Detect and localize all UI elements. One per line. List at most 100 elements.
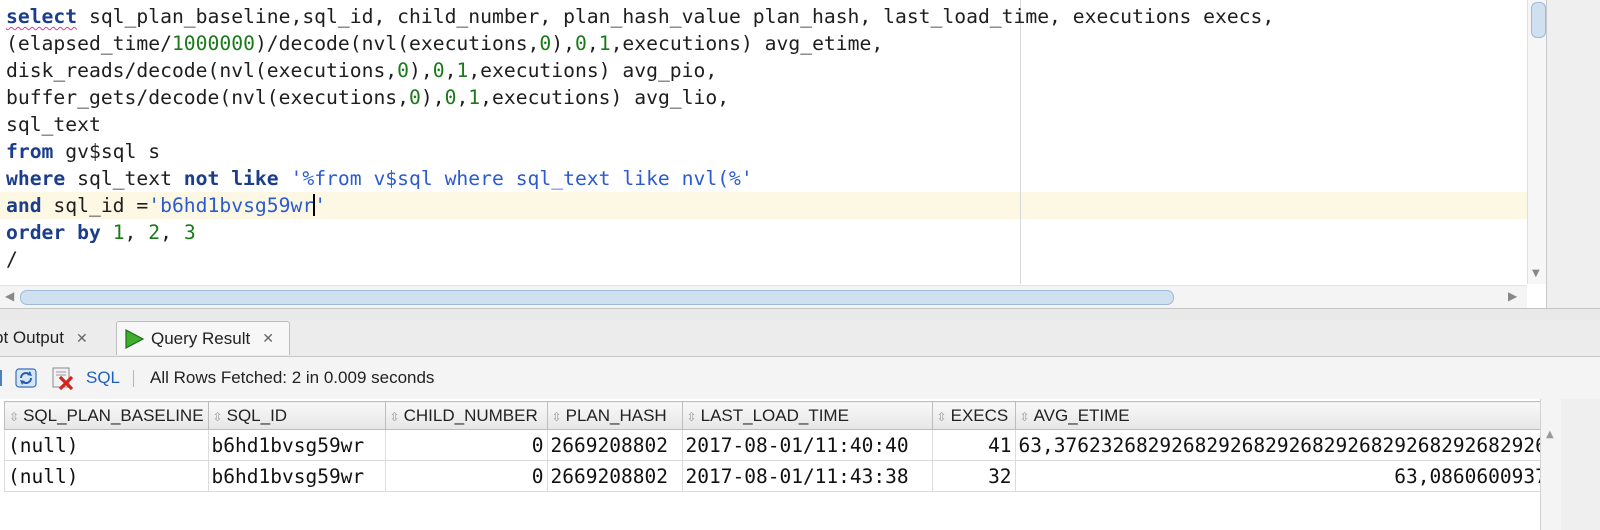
code-token: , bbox=[160, 221, 184, 244]
table-row[interactable]: (null) b6hd1bvsg59wr 0 2669208802 2017-08-01… bbox=[4, 460, 1563, 492]
fetch-status: All Rows Fetched: 2 in 0.009 seconds bbox=[150, 368, 435, 387]
code-token: and bbox=[6, 194, 42, 217]
code-token: 1 bbox=[598, 32, 611, 55]
code-token: (elapsed_time/ bbox=[6, 32, 172, 55]
code-token: 2 bbox=[148, 221, 161, 244]
sql-link[interactable]: SQL bbox=[86, 368, 120, 388]
code-token: ,executions) avg_etime, bbox=[610, 32, 884, 55]
table-cell[interactable]: b6hd1bvsg59wr bbox=[207, 429, 386, 461]
code-token: '%from v$sql where sql_text like nvl(%' bbox=[290, 167, 753, 190]
code-line[interactable]: / bbox=[6, 246, 1274, 273]
sort-icon[interactable]: ⇳ bbox=[213, 410, 223, 424]
table-cell[interactable]: 32 bbox=[931, 460, 1016, 492]
column-header-plan-hash[interactable]: ⇳ PLAN_HASH bbox=[546, 401, 683, 430]
column-header-sql-id[interactable]: ⇳ SQL_ID bbox=[207, 401, 386, 430]
code-token: 1000000 bbox=[171, 32, 255, 55]
grid-vertical-scrollbar[interactable]: ▲ bbox=[1540, 399, 1561, 530]
code-token: 0 bbox=[397, 59, 410, 82]
table-header-row: ⇳ SQL_PLAN_BASELINE ⇳ SQL_ID ⇳ CHILD_NUMBER ⇳ P… bbox=[4, 401, 1563, 430]
table-row[interactable]: (null) b6hd1bvsg59wr 0 2669208802 2017-08-01… bbox=[4, 429, 1563, 461]
table-cell[interactable]: b6hd1bvsg59wr bbox=[207, 460, 386, 492]
cancel-fetch-icon[interactable] bbox=[50, 366, 76, 390]
code-token: 0 bbox=[409, 86, 421, 109]
table-cell[interactable]: 2017-08-01/11:40:40 bbox=[681, 429, 933, 461]
code-token: 'b6hd1bvsg59wr bbox=[148, 194, 315, 217]
code-token: not like bbox=[183, 167, 279, 190]
refresh-icon[interactable] bbox=[14, 366, 40, 390]
sql-worksheet-editor[interactable]: select sql_plan_baseline,sql_id, child_n… bbox=[0, 0, 1546, 284]
column-header-execs[interactable]: ⇳ EXECS bbox=[931, 401, 1016, 430]
code-token: where bbox=[6, 167, 66, 190]
editor-vscroll-thumb[interactable] bbox=[1531, 2, 1546, 38]
code-token: 1 bbox=[468, 86, 481, 109]
code-token: ,executions) avg_pio, bbox=[468, 59, 718, 82]
sort-icon[interactable]: ⇳ bbox=[552, 410, 562, 424]
column-header-sql-plan-baseline[interactable]: ⇳ SQL_PLAN_BASELINE bbox=[4, 401, 209, 430]
column-header-last-load-time[interactable]: ⇳ LAST_LOAD_TIME bbox=[681, 401, 933, 430]
sort-icon[interactable]: ⇳ bbox=[390, 410, 400, 424]
code-token: sql_id = bbox=[41, 194, 149, 217]
result-toolbar: SQL All Rows Fetched: 2 in 0.009 seconds bbox=[0, 357, 1600, 399]
code-token: sql_plan_baseline,sql_id, child_number, … bbox=[77, 5, 1275, 28]
code-token: order by bbox=[6, 221, 101, 244]
run-statement-icon bbox=[125, 328, 145, 349]
code-line[interactable]: and sql_id ='b6hd1bvsg59wr' bbox=[6, 192, 1274, 219]
code-token: , bbox=[586, 32, 599, 55]
scroll-up-arrow-icon[interactable]: ▲ bbox=[1546, 429, 1554, 440]
sql-code[interactable]: select sql_plan_baseline,sql_id, child_n… bbox=[6, 3, 1274, 273]
table-cell[interactable]: 63,3762326829268292682926829268292682926… bbox=[1014, 429, 1563, 461]
code-token: ), bbox=[409, 59, 433, 82]
code-token: ' bbox=[314, 194, 327, 217]
tab-script-output[interactable]: pt Output ✕ bbox=[0, 321, 88, 355]
code-line[interactable]: order by 1, 2, 3 bbox=[6, 219, 1274, 246]
table-cell[interactable]: 63,08606009375 bbox=[1014, 460, 1563, 492]
code-token: 0 bbox=[539, 32, 552, 55]
sort-icon[interactable]: ⇳ bbox=[937, 410, 947, 424]
code-token: sql_text bbox=[65, 167, 184, 190]
column-header-avg-etime[interactable]: ⇳ AVG_ETIME bbox=[1014, 401, 1563, 430]
tab-query-result[interactable]: Query Result ✕ bbox=[116, 321, 290, 355]
close-icon[interactable]: ✕ bbox=[262, 330, 274, 347]
close-icon[interactable]: ✕ bbox=[76, 330, 88, 347]
code-token: 0 bbox=[444, 86, 457, 109]
code-line[interactable]: from gv$sql s bbox=[6, 138, 1274, 165]
column-header-child-number[interactable]: ⇳ CHILD_NUMBER bbox=[384, 401, 548, 430]
tab-script-output-label: pt Output bbox=[0, 328, 64, 347]
scroll-left-arrow-icon[interactable]: ◀ bbox=[5, 289, 14, 303]
code-token: 0 bbox=[575, 32, 587, 55]
code-token: select bbox=[6, 5, 78, 28]
table-cell[interactable]: 0 bbox=[384, 460, 548, 492]
query-result-grid[interactable]: ⇳ SQL_PLAN_BASELINE ⇳ SQL_ID ⇳ CHILD_NUMBER ⇳ P… bbox=[0, 399, 1600, 530]
code-line[interactable]: buffer_gets/decode(nvl(executions,0),0,1… bbox=[6, 84, 1274, 111]
table-cell[interactable]: (null) bbox=[4, 429, 209, 461]
code-token: gv$sql s bbox=[53, 140, 161, 163]
output-tab-bar: pt Output ✕ Query Result ✕ bbox=[0, 320, 1600, 357]
code-line[interactable]: where sql_text not like '%from v$sql whe… bbox=[6, 165, 1274, 192]
sort-icon[interactable]: ⇳ bbox=[1020, 410, 1030, 424]
sort-icon[interactable]: ⇳ bbox=[9, 410, 19, 424]
table-cell[interactable]: 41 bbox=[931, 429, 1016, 461]
scroll-right-arrow-icon[interactable]: ▶ bbox=[1508, 289, 1517, 303]
code-line[interactable]: select sql_plan_baseline,sql_id, child_n… bbox=[6, 3, 1274, 30]
code-line[interactable]: disk_reads/decode(nvl(executions,0),0,1,… bbox=[6, 57, 1274, 84]
table-cell[interactable]: (null) bbox=[4, 460, 209, 492]
code-line[interactable]: (elapsed_time/1000000)/decode(nvl(execut… bbox=[6, 30, 1274, 57]
table-cell[interactable]: 2669208802 bbox=[546, 429, 683, 461]
code-token: ), bbox=[420, 86, 445, 109]
table-cell[interactable]: 2669208802 bbox=[546, 460, 683, 492]
code-token: sql_text bbox=[6, 113, 101, 136]
code-line[interactable]: sql_text bbox=[6, 111, 1274, 138]
scroll-down-arrow-icon[interactable]: ▼ bbox=[1532, 268, 1540, 279]
column-header-label: EXECS bbox=[950, 405, 1009, 425]
column-header-label: PLAN_HASH bbox=[565, 405, 667, 425]
column-header-label: CHILD_NUMBER bbox=[403, 405, 538, 425]
sort-icon[interactable]: ⇳ bbox=[687, 410, 697, 424]
table-cell[interactable]: 2017-08-01/11:43:38 bbox=[681, 460, 933, 492]
editor-vertical-scrollbar[interactable]: ▼ bbox=[1527, 0, 1546, 284]
editor-hscroll-thumb[interactable] bbox=[20, 290, 1174, 305]
editor-horizontal-scrollbar[interactable]: ◀ ▶ bbox=[0, 285, 1527, 308]
table-cell[interactable]: 0 bbox=[384, 429, 548, 461]
code-token: buffer_gets/decode(nvl(executions, bbox=[6, 86, 409, 109]
code-token: )/decode(nvl(executions, bbox=[254, 32, 540, 55]
